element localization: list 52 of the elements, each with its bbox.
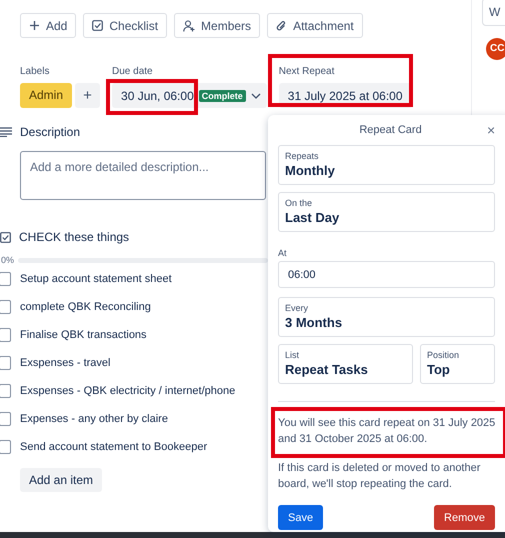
due-date-button[interactable]: 30 Jun, 06:00 Complete: [112, 83, 267, 108]
select-field[interactable]: Every 3 Months: [278, 297, 495, 337]
time-field[interactable]: 06:00: [278, 261, 495, 288]
checkbox[interactable]: [0, 356, 11, 370]
avatar[interactable]: CC: [486, 38, 505, 60]
info-text: If this card is deleted or moved to another board, we'll stop repeating the card.: [278, 461, 482, 492]
checklist-item[interactable]: Expenses - any other by claire: [20, 413, 168, 425]
checklist-item[interactable]: Exspenses - QBK electricity / internet/phone: [20, 385, 236, 397]
save-button[interactable]: Save: [278, 505, 324, 530]
select-field[interactable]: Position Top: [420, 344, 495, 384]
checklist-item[interactable]: complete QBK Reconciling: [20, 301, 151, 313]
checkbox[interactable]: [0, 328, 11, 342]
checklist-icon: [0, 232, 11, 242]
chevron-down-icon: [250, 92, 261, 98]
add-label-button[interactable]: +: [75, 83, 100, 108]
toolbar-button[interactable]: Add: [20, 13, 76, 38]
toolbar-button[interactable]: Checklist: [83, 13, 168, 38]
progress-percent: 0%: [1, 255, 14, 265]
description-field[interactable]: Add a more detailed description...: [20, 151, 266, 200]
select-field[interactable]: Repeats Monthly: [278, 145, 495, 185]
paperclip-icon: [276, 20, 288, 32]
remove-button[interactable]: Remove: [434, 505, 495, 530]
next-repeat-heading: Next Repeat: [278, 66, 336, 78]
select-field[interactable]: List Repeat Tasks: [278, 344, 413, 384]
plus-icon: [29, 20, 40, 31]
checklist-item[interactable]: Send account statement to Bookeeper: [20, 441, 208, 453]
checklist-item[interactable]: Finalise QBK transactions: [20, 329, 147, 341]
checkbox-icon: [92, 20, 104, 31]
sidebar-button[interactable]: W: [482, 0, 505, 26]
toolbar-button[interactable]: Members: [174, 13, 260, 38]
field-label: At: [278, 248, 288, 258]
checkbox[interactable]: [0, 440, 11, 454]
add-item-button[interactable]: Add an item: [20, 468, 102, 492]
checkbox[interactable]: [0, 384, 11, 398]
toolbar-button[interactable]: Attachment: [267, 13, 363, 38]
checkbox[interactable]: [0, 412, 11, 426]
select-field[interactable]: On the Last Day: [278, 192, 495, 232]
checklist-title: CHECK these things: [19, 230, 130, 244]
person-icon: [183, 20, 196, 32]
label-chip[interactable]: Admin: [20, 83, 72, 108]
popup-title: Repeat Card: [359, 124, 422, 136]
complete-badge: Complete: [198, 90, 246, 102]
checklist-item[interactable]: Exspenses - travel: [20, 357, 110, 369]
due-date-heading: Due date: [112, 66, 154, 78]
labels-heading: Labels: [20, 66, 50, 78]
close-button[interactable]: ×: [487, 122, 496, 138]
repeat-notice: You will see this card repeat on 31 July 2025 and 31 October 2025 at 06:00.: [278, 416, 496, 447]
description-icon: [0, 127, 12, 137]
checkbox[interactable]: [0, 300, 11, 314]
description-heading: Description: [20, 125, 80, 139]
checkbox[interactable]: [0, 272, 11, 286]
checklist-item[interactable]: Setup account statement sheet: [20, 273, 172, 285]
